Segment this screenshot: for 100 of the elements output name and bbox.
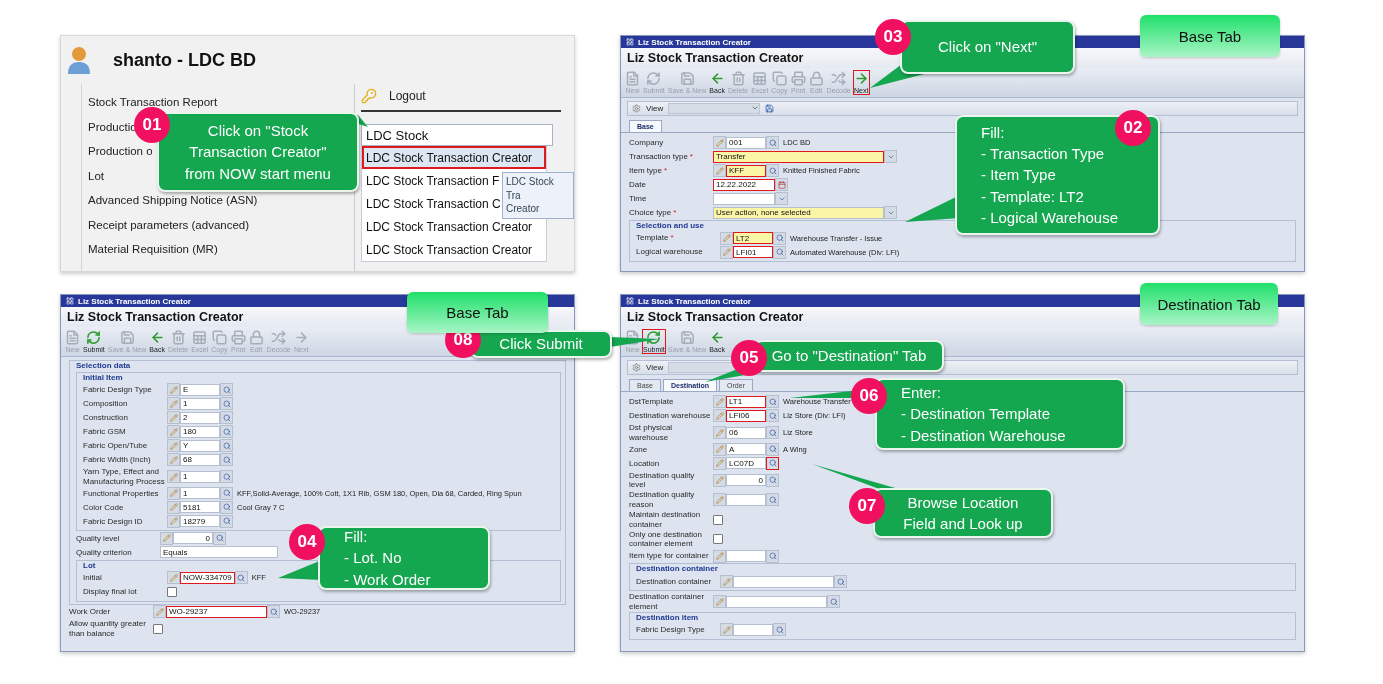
menu-item[interactable]: Material Requisition (MR): [88, 237, 218, 262]
input-field[interactable]: NOW-334709: [180, 571, 235, 584]
edit-button[interactable]: [167, 411, 180, 425]
lookup-button[interactable]: [267, 605, 280, 619]
input-field[interactable]: 180: [180, 425, 220, 438]
edit-button[interactable]: [167, 453, 180, 467]
lookup-button[interactable]: [220, 514, 233, 528]
edit-button[interactable]: [720, 575, 733, 589]
lookup-button[interactable]: [766, 395, 779, 409]
edit-button[interactable]: [713, 409, 726, 423]
input-field[interactable]: 2: [180, 411, 220, 424]
edit-button[interactable]: [167, 425, 180, 439]
lookup-button[interactable]: [213, 531, 226, 545]
edit-button[interactable]: [167, 500, 180, 514]
edit-button[interactable]: [713, 442, 726, 456]
menu-item[interactable]: Lot: [88, 163, 104, 188]
input-field[interactable]: 1: [180, 397, 220, 410]
input-field[interactable]: 001: [726, 136, 766, 149]
search-field[interactable]: LDC Stock: [361, 124, 553, 146]
edit-button[interactable]: [713, 136, 726, 150]
lookup-button[interactable]: [766, 426, 779, 440]
edit-button[interactable]: [167, 470, 180, 484]
edit-button[interactable]: [167, 486, 180, 500]
input-field[interactable]: Equals: [160, 546, 278, 559]
lookup-button[interactable]: [766, 493, 779, 507]
lookup-button[interactable]: [766, 136, 779, 150]
input-field[interactable]: LT2: [733, 232, 773, 245]
edit-button[interactable]: [167, 514, 180, 528]
lookup-button[interactable]: [766, 456, 779, 470]
input-field[interactable]: 0: [173, 532, 213, 545]
lookup-button[interactable]: [220, 383, 233, 397]
edit-button[interactable]: [713, 395, 726, 409]
input-field[interactable]: 1: [180, 487, 220, 500]
lookup-button[interactable]: [773, 231, 786, 245]
lookup-button[interactable]: [773, 245, 786, 259]
edit-button[interactable]: [720, 623, 733, 637]
input-field[interactable]: WO-29237: [166, 605, 267, 618]
menu-item[interactable]: Productio: [88, 114, 137, 139]
edit-button[interactable]: [713, 473, 726, 487]
lookup-button[interactable]: [220, 470, 233, 484]
lookup-button[interactable]: [220, 486, 233, 500]
input-field[interactable]: [726, 493, 766, 506]
lookup-button[interactable]: [220, 500, 233, 514]
lookup-button[interactable]: [766, 409, 779, 423]
input-field[interactable]: E: [180, 383, 220, 396]
edit-button[interactable]: [167, 397, 180, 411]
edit-button[interactable]: [167, 383, 180, 397]
input-field[interactable]: 0: [726, 474, 766, 487]
lookup-button[interactable]: [827, 595, 840, 609]
lookup-button[interactable]: [766, 164, 779, 178]
input-field[interactable]: 06: [726, 426, 766, 439]
lookup-button[interactable]: [220, 411, 233, 425]
edit-button[interactable]: [713, 426, 726, 440]
input-field[interactable]: Transfer: [713, 150, 884, 163]
lookup-button[interactable]: [834, 575, 847, 589]
input-field[interactable]: User action, none selected: [713, 206, 884, 219]
input-field[interactable]: [733, 575, 834, 588]
edit-button[interactable]: [713, 595, 726, 609]
input-field[interactable]: [713, 192, 775, 205]
edit-button[interactable]: [713, 456, 726, 470]
input-field[interactable]: 5181: [180, 501, 220, 514]
input-field[interactable]: 12.22.2022: [713, 178, 775, 191]
dropdown-button[interactable]: [884, 150, 897, 164]
calendar-button[interactable]: [775, 178, 788, 192]
edit-button[interactable]: [713, 493, 726, 507]
lookup-button[interactable]: [220, 425, 233, 439]
input-field[interactable]: 68: [180, 453, 220, 466]
lookup-button[interactable]: [766, 473, 779, 487]
edit-button[interactable]: [720, 231, 733, 245]
input-field[interactable]: 1: [180, 470, 220, 483]
edit-button[interactable]: [167, 439, 180, 453]
logout-link[interactable]: Logout: [389, 89, 426, 103]
input-field[interactable]: [726, 595, 827, 608]
checkbox[interactable]: [167, 586, 177, 597]
checkbox[interactable]: [713, 534, 723, 545]
input-field[interactable]: LT1: [726, 395, 766, 408]
lookup-button[interactable]: [220, 397, 233, 411]
checkbox[interactable]: [713, 514, 723, 525]
input-field[interactable]: LFI01: [733, 246, 773, 259]
dropdown-button[interactable]: [884, 206, 897, 220]
lookup-button[interactable]: [220, 439, 233, 453]
menu-item[interactable]: Receipt parameters (advanced): [88, 212, 250, 237]
lookup-button[interactable]: [773, 623, 786, 637]
edit-button[interactable]: [720, 245, 733, 259]
input-field[interactable]: LC07D: [726, 457, 766, 470]
checkbox[interactable]: [153, 623, 163, 634]
edit-button[interactable]: [713, 164, 726, 178]
save-icon[interactable]: [765, 104, 775, 113]
input-field[interactable]: A: [726, 443, 766, 456]
lookup-button[interactable]: [766, 549, 779, 563]
input-field[interactable]: [726, 550, 766, 563]
lookup-button[interactable]: [766, 442, 779, 456]
lookup-button[interactable]: [220, 453, 233, 467]
input-field[interactable]: 18279: [180, 515, 220, 528]
input-field[interactable]: KFF: [726, 164, 766, 177]
input-field[interactable]: LFI06: [726, 409, 766, 422]
result-item[interactable]: LDC Stock Transaction Creator: [362, 146, 546, 169]
edit-button[interactable]: [160, 531, 173, 545]
input-field[interactable]: [733, 623, 773, 636]
dropdown-button[interactable]: [775, 192, 788, 206]
